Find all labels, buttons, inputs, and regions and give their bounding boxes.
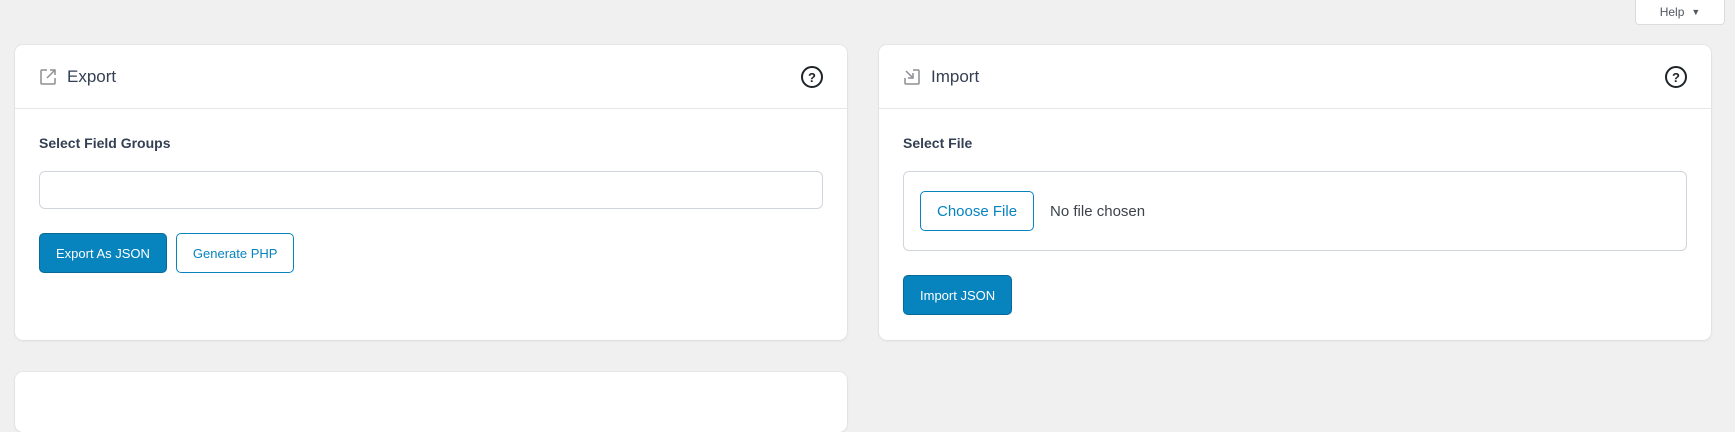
export-panel-body: Select Field Groups Export As JSON Gener…: [15, 109, 847, 299]
import-panel-body: Select File Choose File No file chosen I…: [879, 109, 1711, 341]
import-json-button[interactable]: Import JSON: [903, 275, 1013, 315]
export-panel-header: Export ?: [15, 45, 847, 109]
export-icon: [39, 68, 57, 86]
question-circle-icon[interactable]: ?: [1665, 66, 1687, 88]
help-tab-button[interactable]: Help ▼: [1635, 0, 1725, 25]
export-json-button[interactable]: Export As JSON: [39, 233, 167, 273]
export-panel: Export ? Select Field Groups Export As J…: [15, 45, 847, 340]
export-button-row: Export As JSON Generate PHP: [39, 233, 823, 273]
third-panel: [15, 372, 847, 432]
choose-file-button[interactable]: Choose File: [920, 191, 1035, 231]
select-file-label: Select File: [903, 135, 973, 151]
file-status-text: No file chosen: [1050, 202, 1146, 220]
file-input-box: Choose File No file chosen: [903, 171, 1687, 251]
help-tab-label: Help: [1659, 4, 1685, 19]
select-field-groups-label: Select Field Groups: [39, 135, 171, 151]
caret-down-icon: ▼: [1691, 6, 1701, 17]
import-icon: [903, 68, 921, 86]
generate-php-button[interactable]: Generate PHP: [175, 233, 295, 273]
import-title: Import: [931, 66, 980, 86]
field-groups-select[interactable]: [39, 171, 823, 209]
export-title: Export: [67, 66, 117, 86]
import-panel-header: Import ?: [879, 45, 1711, 109]
import-button-row: Import JSON: [903, 275, 1687, 315]
import-panel: Import ? Select File Choose File No file…: [879, 45, 1711, 340]
question-circle-icon[interactable]: ?: [801, 66, 823, 88]
